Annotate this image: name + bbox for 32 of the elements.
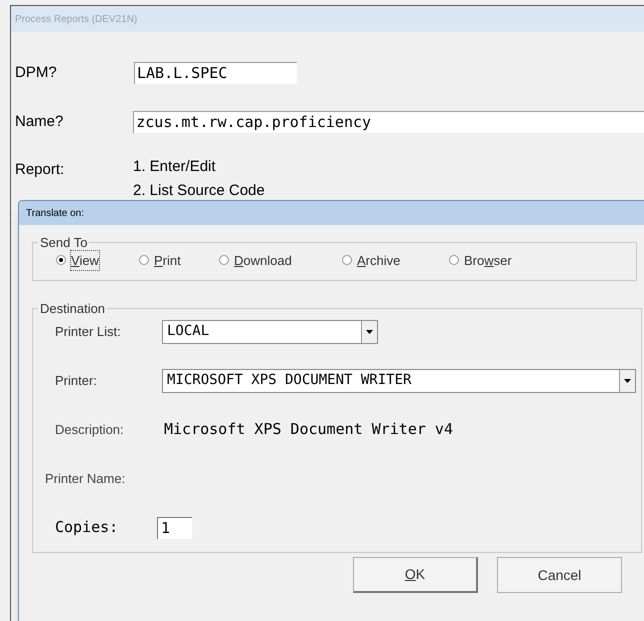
ok-button[interactable]: OK — [353, 557, 478, 593]
radio-button[interactable] — [449, 255, 459, 266]
radio-label[interactable]: View — [71, 250, 99, 270]
printer-label: Printer: — [55, 372, 98, 390]
dialog-title: Translate on: — [26, 206, 84, 220]
radio-button[interactable] — [139, 255, 149, 266]
report-label: Report: — [15, 160, 66, 180]
group-legend: Send To — [38, 233, 90, 252]
radio-label[interactable]: Browser — [464, 250, 512, 270]
radio-button[interactable] — [56, 255, 66, 266]
description-label: Description: — [55, 420, 125, 439]
printer-name-label: Printer Name: — [45, 470, 126, 488]
text-field[interactable]: zcus.mt.rw.cap.proficiency — [133, 110, 644, 133]
report-option[interactable]: 2. List Source Code — [133, 179, 265, 203]
radio-button[interactable] — [219, 255, 229, 266]
text-field[interactable]: LAB.L.SPEC — [134, 62, 297, 84]
copies-field[interactable]: 1 — [157, 516, 192, 538]
radio-label[interactable]: Download — [234, 250, 292, 270]
field-label: Name? — [15, 112, 64, 132]
radio-label[interactable]: Print — [154, 250, 181, 270]
report-option[interactable]: 1. Enter/Edit — [133, 155, 265, 179]
radio-label[interactable]: Archive — [357, 250, 400, 270]
window-title: Process Reports (DEV21N) — [15, 12, 138, 26]
printer-list-dropdown[interactable]: LOCAL — [162, 320, 378, 344]
group-legend: Destination — [38, 299, 108, 318]
radio-button[interactable] — [342, 255, 352, 266]
printer-list-label: Printer List: — [55, 322, 122, 341]
description-value: Microsoft XPS Document Writer v4 — [163, 419, 453, 440]
printer-dropdown[interactable]: MICROSOFT XPS DOCUMENT WRITER — [162, 368, 636, 392]
field-label: DPM? — [15, 63, 58, 83]
copies-label: Copies: — [55, 517, 120, 538]
cancel-button[interactable]: Cancel — [497, 557, 622, 593]
